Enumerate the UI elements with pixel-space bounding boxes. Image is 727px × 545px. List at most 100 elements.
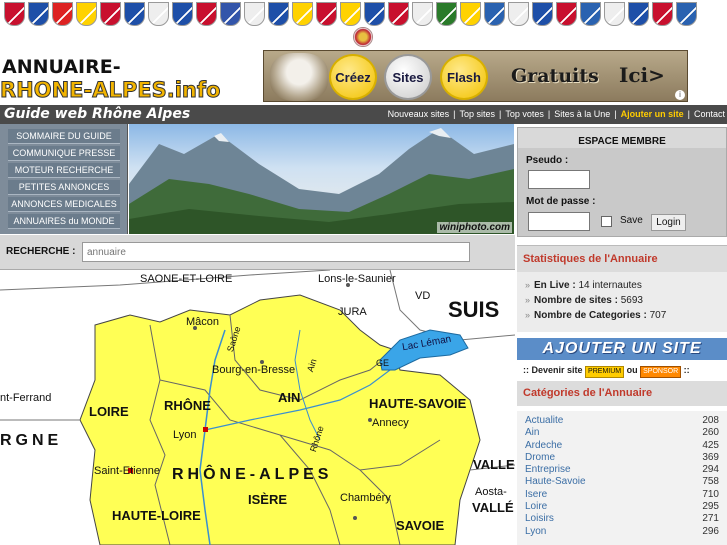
map-label-haute-loire: HAUTE-LOIRE [112, 508, 201, 523]
nav-link[interactable]: Top sites [457, 105, 497, 124]
region-flag-icon[interactable] [268, 2, 289, 26]
region-flag-icon[interactable] [676, 2, 697, 26]
category-count: 296 [702, 525, 719, 537]
category-name-link[interactable]: Entreprise [525, 464, 571, 476]
category-row[interactable]: Isere 710 [525, 489, 719, 501]
password-input[interactable] [528, 212, 590, 231]
stats-cats-label: Nombre de Categories : [534, 310, 647, 321]
map-label-rhone: RHÔNE [164, 398, 211, 413]
stats-live-row: » En Live : 14 internautes [525, 278, 719, 293]
region-flag-icon[interactable] [244, 2, 265, 26]
category-row[interactable]: Actualite 208 [525, 415, 719, 427]
region-flag-icon[interactable] [364, 2, 385, 26]
region-flag-icon[interactable] [436, 2, 457, 26]
region-flag-icon[interactable] [580, 2, 601, 26]
right-column: ESPACE MEMBRE Pseudo : Mot de passe : Sa… [517, 124, 727, 545]
member-box-title: ESPACE MEMBRE [518, 128, 726, 148]
region-flag-icon[interactable] [172, 2, 193, 26]
region-flag-icon[interactable] [628, 2, 649, 26]
region-flag-icon[interactable] [556, 2, 577, 26]
region-flag-icon[interactable] [604, 2, 625, 26]
region-flag-icon[interactable] [460, 2, 481, 26]
nav-link[interactable]: Ajouter un site [619, 105, 686, 124]
region-flag-icon[interactable] [124, 2, 145, 26]
nav-link[interactable]: Sites à la Une [552, 105, 612, 124]
map-label-saint-etienne: Saint-Etienne [94, 465, 161, 477]
category-name-link[interactable]: Ain [525, 427, 539, 439]
map-label-isere: ISÈRE [248, 492, 288, 507]
premium-badge[interactable]: PREMIUM [585, 366, 625, 378]
category-name-link[interactable]: Isere [525, 489, 547, 501]
stats-title: Statistiques de l'Annuaire [517, 245, 727, 272]
category-count: 425 [702, 439, 719, 451]
sponsor-badge[interactable]: SPONSOR [640, 366, 682, 378]
region-flag-icon[interactable] [652, 2, 673, 26]
region-map[interactable]: SAONE-ET-LOIRE Lons-le-Saunier VD SUIS J… [0, 270, 515, 545]
region-flag-icon[interactable] [484, 2, 505, 26]
top-nav-bar: Guide web Rhône Alpes Nouveaux sites | Top… [0, 105, 727, 124]
left-menu-item[interactable]: SOMMAIRE DU GUIDE [8, 129, 120, 144]
mountain-scene [129, 128, 514, 234]
region-flag-icon[interactable] [28, 2, 49, 26]
region-flag-icon[interactable] [196, 2, 217, 26]
category-name-link[interactable]: Actualite [525, 415, 563, 427]
stats-cats-row: » Nombre de Categories : 707 [525, 308, 719, 323]
banner-sites-button[interactable]: Sites [384, 54, 432, 100]
left-menu-item[interactable]: ANNUAIRES du MONDE [8, 214, 120, 229]
category-name-link[interactable]: Ardeche [525, 440, 562, 452]
category-row[interactable]: Ain 260 [525, 427, 719, 439]
login-button[interactable]: Login [651, 214, 686, 231]
left-menu-item[interactable]: PETITES ANNONCES [8, 180, 120, 195]
category-row[interactable]: Loisirs 271 [525, 513, 719, 525]
top-nav-links: Nouveaux sites | Top sites | Top votes | Sites… [386, 105, 727, 124]
pseudo-input[interactable] [528, 170, 590, 189]
portrait-image [270, 53, 328, 101]
save-label: Save [620, 215, 643, 226]
category-row[interactable]: Drome 369 [525, 452, 719, 464]
nav-link[interactable]: Top votes [503, 105, 546, 124]
region-flag-icon[interactable] [220, 2, 241, 26]
region-flag-icon[interactable] [292, 2, 313, 26]
map-label-loire: LOIRE [89, 404, 129, 419]
left-menu-item[interactable]: ANNONCES MEDICALES [8, 197, 120, 212]
region-flag-icon[interactable] [508, 2, 529, 26]
category-name-link[interactable]: Lyon [525, 526, 546, 538]
category-row[interactable]: Loire 295 [525, 501, 719, 513]
add-site-button[interactable]: AJOUTER UN SITE [517, 338, 727, 360]
region-flag-icon[interactable] [412, 2, 433, 26]
region-flag-icon[interactable] [100, 2, 121, 26]
category-row[interactable]: Haute-Savoie 758 [525, 476, 719, 488]
banner-flash-button[interactable]: Flash [440, 54, 488, 100]
banner-creez-button[interactable]: Créez [329, 54, 377, 100]
region-flag-icon[interactable] [340, 2, 361, 26]
left-menu-item[interactable]: MOTEUR RECHERCHE [8, 163, 120, 178]
category-name-link[interactable]: Haute-Savoie [525, 476, 586, 488]
save-checkbox[interactable] [601, 216, 612, 227]
nav-link[interactable]: Nouveaux sites [386, 105, 452, 124]
category-count: 271 [702, 513, 719, 525]
categories-title: Catégories de l'Annuaire [517, 381, 727, 406]
region-flag-icon[interactable] [76, 2, 97, 26]
search-input[interactable] [82, 242, 470, 262]
ad-banner[interactable]: Créez Sites Flash Gratuits Ici> i [263, 50, 688, 102]
banner-ici-link[interactable]: Ici> [619, 63, 665, 87]
region-flag-icon[interactable] [148, 2, 169, 26]
category-row[interactable]: Lyon 296 [525, 526, 719, 538]
region-flag-icon[interactable] [316, 2, 337, 26]
nav-link[interactable]: Contact [692, 105, 727, 124]
region-flag-icon[interactable] [388, 2, 409, 26]
category-row[interactable]: Entreprise 294 [525, 464, 719, 476]
region-flag-icon[interactable] [52, 2, 73, 26]
site-logo[interactable]: ANNUAIRE- RHONE-ALPES.info [0, 56, 230, 104]
photo-watermark[interactable]: winiphoto.com [437, 222, 512, 233]
category-name-link[interactable]: Loisirs [525, 513, 554, 525]
region-flag-icon[interactable] [532, 2, 553, 26]
category-name-link[interactable]: Drome [525, 452, 555, 464]
category-row[interactable]: Ardeche 425 [525, 440, 719, 452]
category-count: 260 [702, 427, 719, 439]
map-label-haute-savoie: HAUTE-SAVOIE [369, 396, 467, 411]
region-flag-icon[interactable] [4, 2, 25, 26]
left-menu-item[interactable]: COMMUNIQUE PRESSE [8, 146, 120, 161]
ad-info-icon[interactable]: i [675, 90, 685, 100]
category-name-link[interactable]: Loire [525, 501, 547, 513]
